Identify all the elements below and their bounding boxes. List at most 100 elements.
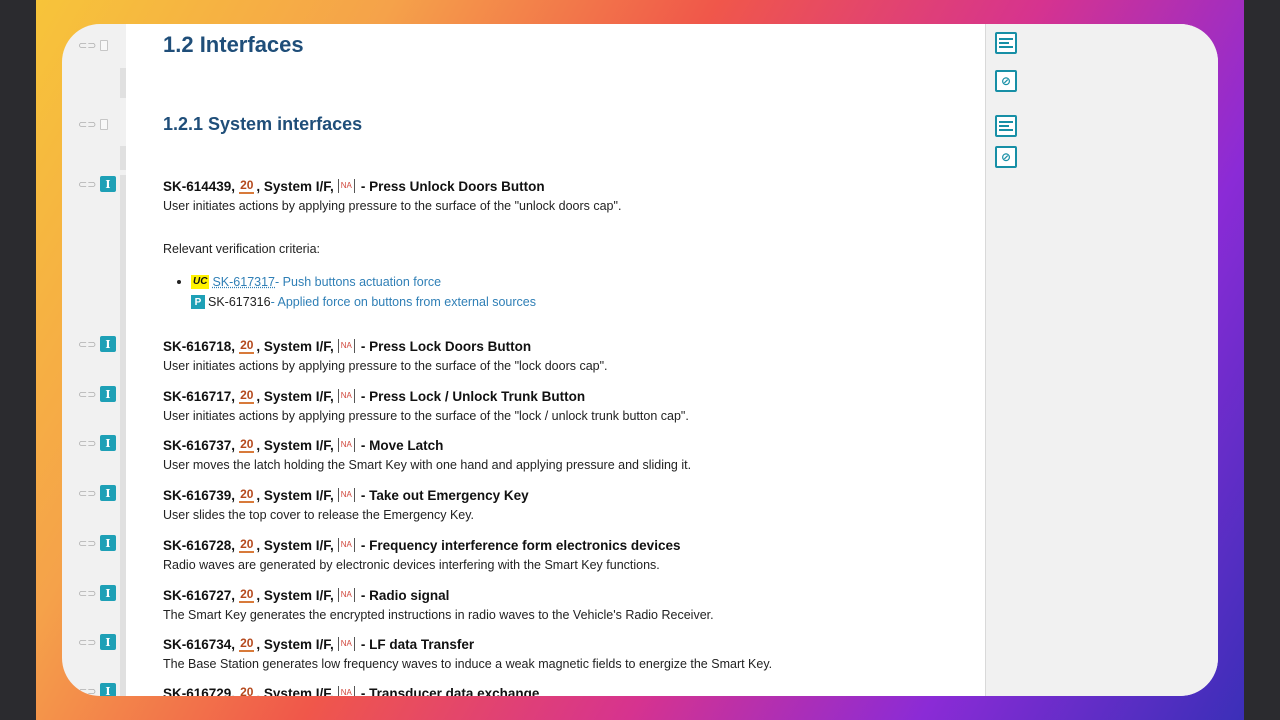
verification-id[interactable]: SK-617316: [208, 295, 271, 309]
requirement-type: , System I/F,: [256, 338, 334, 354]
section-title[interactable]: 1.2 Interfaces: [163, 32, 304, 58]
requirement-id[interactable]: SK-616727,: [163, 588, 235, 603]
requirement-heading: SK-614439, 20 , System I/F, NA - Press U…: [163, 177, 963, 195]
subsection-title[interactable]: 1.2.1 System interfaces: [163, 114, 362, 135]
hide-eye-icon[interactable]: ⊘: [995, 146, 1017, 168]
bookmark-icon[interactable]: [100, 118, 108, 130]
link-icon[interactable]: ⊂⊃: [78, 538, 96, 549]
requirement-type: , System I/F,: [256, 537, 334, 553]
interface-type-badge[interactable]: I: [100, 535, 116, 551]
requirement-type: , System I/F,: [256, 587, 334, 603]
bookmark-icon[interactable]: [100, 39, 108, 51]
interface-type-badge[interactable]: I: [100, 176, 116, 192]
right-dark-strip: [1244, 0, 1280, 720]
verification-link[interactable]: SK-617317: [212, 275, 275, 289]
na-badge: NA: [337, 686, 355, 696]
requirement-id[interactable]: SK-616728,: [163, 538, 235, 553]
interface-type-badge[interactable]: I: [100, 485, 116, 501]
requirement-description: The Base Station generates low frequency…: [163, 657, 773, 671]
requirement-id[interactable]: SK-616718,: [163, 339, 235, 354]
requirement-heading: SK-616717, 20 , System I/F, NA - Press L…: [163, 387, 963, 405]
level-badge: 20: [239, 178, 255, 194]
level-badge: 20: [239, 587, 255, 603]
level-badge: 20: [239, 487, 255, 503]
list-details-icon[interactable]: [995, 32, 1017, 54]
requirement-item[interactable]: SK-616717, 20 , System I/F, NA - Press L…: [163, 387, 963, 423]
requirement-id[interactable]: SK-616717,: [163, 389, 235, 404]
gutter-row-subsection: ⊂⊃: [78, 115, 120, 133]
link-icon[interactable]: ⊂⊃: [78, 179, 96, 190]
requirement-item[interactable]: SK-614439, 20 , System I/F, NA - Press U…: [163, 177, 963, 213]
requirement-description: User initiates actions by applying press…: [163, 359, 608, 373]
requirement-item[interactable]: SK-616739, 20 , System I/F, NA - Take ou…: [163, 486, 963, 522]
requirement-id[interactable]: SK-616734,: [163, 637, 235, 652]
na-badge: NA: [337, 179, 355, 193]
requirement-title[interactable]: - Radio signal: [361, 588, 450, 603]
requirement-item[interactable]: SK-616727, 20 , System I/F, NA - Radio s…: [163, 586, 963, 622]
verification-list: UC SK-617317 - Push buttons actuation fo…: [163, 272, 536, 312]
requirement-heading: SK-616737, 20 , System I/F, NA - Move La…: [163, 436, 963, 454]
requirement-item[interactable]: SK-616728, 20 , System I/F, NA - Frequen…: [163, 536, 963, 572]
level-badge: 20: [239, 685, 254, 696]
link-icon[interactable]: ⊂⊃: [78, 339, 96, 350]
requirement-id[interactable]: SK-616737,: [163, 438, 235, 453]
requirement-item[interactable]: SK-616718, 20 , System I/F, NA - Press L…: [163, 337, 963, 373]
interface-type-badge[interactable]: I: [100, 634, 116, 650]
interface-type-badge[interactable]: I: [100, 336, 116, 352]
interface-type-badge[interactable]: I: [100, 435, 116, 451]
hide-eye-icon[interactable]: ⊘: [995, 70, 1017, 92]
verification-item[interactable]: P SK-617316 - Applied force on buttons f…: [163, 292, 536, 312]
gutter-row-req-2: ⊂⊃ I: [78, 385, 120, 403]
requirement-id[interactable]: SK-616729,: [163, 686, 235, 697]
level-badge: 20: [239, 388, 255, 404]
bullet-icon: [177, 280, 181, 284]
na-badge: NA: [337, 588, 355, 602]
na-badge: NA: [337, 438, 355, 452]
verification-title[interactable]: - Push buttons actuation force: [275, 275, 441, 289]
requirement-heading: SK-616728, 20 , System I/F, NA - Frequen…: [163, 536, 963, 554]
interface-type-badge[interactable]: I: [100, 386, 116, 402]
gutter-row-req-1: ⊂⊃ I: [78, 335, 120, 353]
requirement-heading: SK-616739, 20 , System I/F, NA - Take ou…: [163, 486, 963, 504]
link-icon[interactable]: ⊂⊃: [78, 40, 96, 51]
link-icon[interactable]: ⊂⊃: [78, 488, 96, 499]
requirement-title[interactable]: - Frequency interference form electronic…: [361, 538, 681, 553]
requirement-title[interactable]: - Press Lock Doors Button: [361, 339, 531, 354]
requirement-title[interactable]: - Take out Emergency Key: [361, 488, 529, 503]
requirement-description: User moves the latch holding the Smart K…: [163, 458, 692, 472]
requirement-title[interactable]: - Press Lock / Unlock Trunk Button: [361, 389, 585, 404]
link-icon[interactable]: ⊂⊃: [78, 438, 96, 449]
requirement-item[interactable]: SK-616737, 20 , System I/F, NA - Move La…: [163, 436, 963, 472]
requirement-title[interactable]: - Transducer data exchange: [361, 686, 540, 697]
document-gutter: ⊂⊃ ⊂⊃ ⊂⊃ I ⊂⊃ I ⊂⊃ I ⊂⊃ I ⊂⊃ I ⊂⊃ I ⊂⊃ I…: [62, 24, 126, 697]
interface-type-badge[interactable]: I: [100, 683, 116, 696]
link-icon[interactable]: ⊂⊃: [78, 686, 96, 697]
gutter-row-req-4: ⊂⊃ I: [78, 484, 120, 502]
interface-type-badge[interactable]: I: [100, 585, 116, 601]
link-icon[interactable]: ⊂⊃: [78, 119, 96, 130]
verification-item[interactable]: UC SK-617317 - Push buttons actuation fo…: [163, 272, 536, 292]
na-badge: NA: [337, 488, 355, 502]
gutter-row-req-3: ⊂⊃ I: [78, 434, 120, 452]
requirement-description: Radio waves are generated by electronic …: [163, 558, 660, 572]
link-icon[interactable]: ⊂⊃: [78, 588, 96, 599]
link-icon[interactable]: ⊂⊃: [78, 389, 96, 400]
level-badge: 20: [239, 537, 255, 553]
requirement-title[interactable]: - Press Unlock Doors Button: [361, 179, 545, 194]
requirement-item[interactable]: SK-616734, 20 , System I/F, NA - LF data…: [163, 635, 963, 671]
requirement-type: , System I/F,: [256, 487, 334, 503]
requirement-title[interactable]: - Move Latch: [361, 438, 444, 453]
requirement-title[interactable]: - LF data Transfer: [361, 637, 474, 652]
verification-label: Relevant verification criteria:: [163, 242, 321, 256]
list-details-icon[interactable]: [995, 115, 1017, 137]
uc-badge: UC: [191, 275, 210, 289]
requirement-id[interactable]: SK-616739,: [163, 488, 235, 503]
requirement-heading: SK-616718, 20 , System I/F, NA - Press L…: [163, 337, 963, 355]
requirement-heading: SK-616727, 20 , System I/F, NA - Radio s…: [163, 586, 963, 604]
requirement-heading: SK-616729, 20 , System I/F, NA - Transdu…: [163, 684, 963, 696]
requirement-id[interactable]: SK-614439,: [163, 179, 235, 194]
verification-title[interactable]: - Applied force on buttons from external…: [271, 295, 536, 309]
requirement-item[interactable]: SK-616729, 20 , System I/F, NA - Transdu…: [163, 684, 963, 696]
link-icon[interactable]: ⊂⊃: [78, 637, 96, 648]
requirement-type: , System I/F,: [256, 388, 334, 404]
